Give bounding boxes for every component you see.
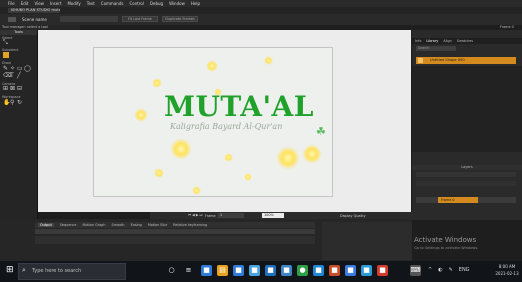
- stage-title: MUTA'AL: [164, 90, 314, 123]
- sparkle: [152, 78, 162, 88]
- menu-item-modify[interactable]: Modify: [67, 1, 80, 6]
- menu-item-insert[interactable]: Insert: [50, 1, 61, 6]
- app-icon-6[interactable]: ■: [313, 265, 324, 276]
- scene-icon[interactable]: [8, 17, 16, 22]
- tab-sequence[interactable]: Sequence: [60, 223, 77, 227]
- tools-panel: [0, 30, 38, 220]
- menu-item-control[interactable]: Control: [129, 1, 143, 6]
- sparkle: [170, 138, 192, 160]
- document-tab[interactable]: ISHUBO PLAN STUDIO mutaal: [8, 8, 60, 13]
- keyframe-properties: [322, 222, 412, 260]
- stage-canvas[interactable]: MUTA'AL Kaligrafia Bayard Al-Qur'an ☘ ☘: [93, 47, 333, 197]
- playback-controls[interactable]: ⏮ ◀ ▶ ⏭: [188, 213, 203, 217]
- app-icon-1[interactable]: ■: [201, 265, 212, 276]
- sparkle: [244, 173, 252, 181]
- menu-item-file[interactable]: File: [8, 1, 15, 6]
- menu-item-edit[interactable]: Edit: [21, 1, 29, 6]
- timeline-ruler[interactable]: [35, 229, 315, 234]
- tab-easing[interactable]: Easing: [131, 223, 142, 227]
- layers-header: Layers: [412, 165, 522, 170]
- duplicate-frames-button[interactable]: Duplicate Frames: [162, 16, 198, 22]
- app-icon-4[interactable]: ■: [265, 265, 276, 276]
- zoom-icon[interactable]: ⚲: [10, 100, 14, 106]
- sparkle: [224, 153, 233, 162]
- menu-item-debug[interactable]: Debug: [150, 1, 163, 6]
- library-list: [412, 66, 522, 152]
- widgets-icon[interactable]: ≡: [183, 265, 194, 276]
- timeline-track[interactable]: [35, 236, 315, 244]
- fit-last-frame-button[interactable]: Fit Last Frame: [122, 16, 158, 22]
- right-panel-tabs: Info Library Align Swatches: [412, 38, 522, 44]
- line-icon[interactable]: ╱: [17, 73, 21, 79]
- file-explorer-icon[interactable]: ▤: [217, 265, 228, 276]
- layer-name[interactable]: Frame 0: [438, 197, 478, 203]
- document-tab-bar: [0, 7, 522, 14]
- select-arrow-icon[interactable]: ⤡: [3, 40, 8, 46]
- app-icon-10[interactable]: ■: [377, 265, 388, 276]
- orbit-icon[interactable]: ↻: [17, 100, 22, 106]
- menu-item-window[interactable]: Window: [169, 1, 185, 6]
- frame-input[interactable]: 1: [218, 213, 244, 218]
- text-icon[interactable]: T: [10, 73, 14, 79]
- tab-align[interactable]: Align: [443, 39, 452, 43]
- app-icon-9[interactable]: ■: [361, 265, 372, 276]
- chrome-icon[interactable]: ●: [297, 265, 308, 276]
- tab-output[interactable]: Output: [38, 223, 54, 227]
- zoom-input[interactable]: 100%: [262, 213, 284, 218]
- stage-subtitle: Kaligrafia Bayard Al-Qur'an: [170, 122, 283, 131]
- menu-bar: File Edit View Insert Modify Text Commands Cont…: [0, 0, 522, 7]
- display-quality-label[interactable]: Display Quality: [340, 214, 366, 218]
- app-icon-8[interactable]: ■: [345, 265, 356, 276]
- tab-smooth[interactable]: Smooth: [112, 223, 125, 227]
- tools-header: Tools: [0, 30, 37, 35]
- app-icon-7[interactable]: ■: [329, 265, 340, 276]
- app-icon-3[interactable]: ■: [249, 265, 260, 276]
- taskbar-search-text: Type here to search: [32, 268, 82, 274]
- task-view-icon[interactable]: ○: [166, 265, 177, 276]
- shape-icon: [418, 58, 423, 63]
- sparkle: [134, 108, 148, 122]
- tab-motion-graph[interactable]: Motion Graph: [83, 223, 106, 227]
- system-tray[interactable]: ^ ◐ ✎ ENG: [428, 267, 470, 273]
- layers-filter[interactable]: [416, 181, 516, 186]
- rotate-icon[interactable]: ⊠: [10, 86, 15, 92]
- pan-icon[interactable]: ⊟: [17, 86, 22, 92]
- windows-start-icon[interactable]: ⊞: [6, 266, 14, 275]
- app-icon-2[interactable]: ■: [233, 265, 244, 276]
- keyboard-icon[interactable]: ⌨: [410, 265, 421, 276]
- menu-item-view[interactable]: View: [34, 1, 44, 6]
- tab-info[interactable]: Info: [415, 39, 421, 43]
- clock-date[interactable]: 2021-02-13: [494, 271, 520, 276]
- frame-label: Frame: [205, 214, 216, 218]
- frame-label: Frame 0: [500, 25, 514, 29]
- tab-swatches[interactable]: Swatches: [457, 39, 473, 43]
- menu-item-text[interactable]: Text: [87, 1, 95, 6]
- library-item[interactable]: Untitled Shape 000: [416, 57, 516, 64]
- sparkle: [192, 186, 201, 195]
- clover-icon: ☘: [316, 125, 326, 138]
- sparkle: [154, 168, 164, 178]
- app-icon-5[interactable]: ■: [281, 265, 292, 276]
- menu-item-help[interactable]: Help: [191, 1, 200, 6]
- activation-title: Activate Windows: [414, 236, 477, 244]
- sparkle: [302, 144, 322, 164]
- tab-library[interactable]: Library: [426, 39, 438, 43]
- timeline-tabs: Output Sequence Motion Graph Smooth Easi…: [35, 222, 315, 228]
- menu-item-commands[interactable]: Commands: [101, 1, 124, 6]
- tab-relative-keyframing[interactable]: Relative keyframing: [173, 223, 207, 227]
- scene-name-field[interactable]: [60, 16, 118, 22]
- tab-motion-blur[interactable]: Motion Blur: [148, 223, 167, 227]
- sparkle: [276, 146, 300, 170]
- camera-icon[interactable]: ⊞: [3, 86, 8, 92]
- activation-subtitle: Go to Settings to activate Windows.: [414, 246, 479, 250]
- sparkle: [206, 60, 218, 72]
- sparkle: [264, 56, 273, 65]
- layers-toolbar: [416, 172, 516, 177]
- subselect-icon[interactable]: [3, 52, 9, 58]
- search-icon: ⌕: [22, 266, 26, 274]
- ellipse-icon[interactable]: ◯: [24, 66, 31, 72]
- scene-label: Scene name: [22, 17, 47, 22]
- library-search-input[interactable]: Search: [416, 46, 456, 51]
- clock-time[interactable]: 8:00 AM: [494, 264, 520, 269]
